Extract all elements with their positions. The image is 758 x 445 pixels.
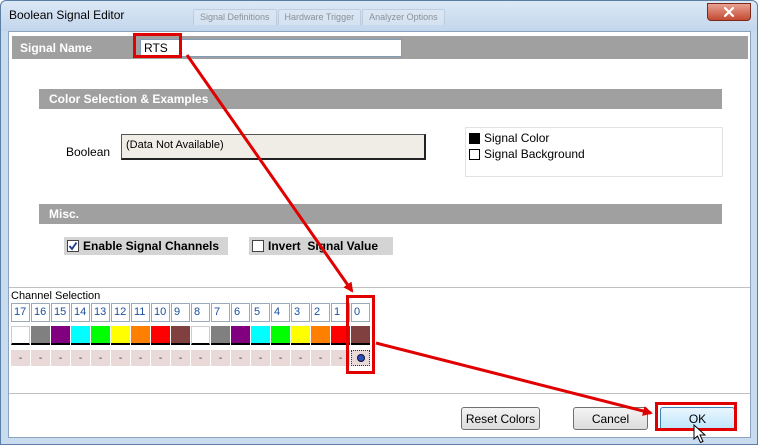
channel-color-swatch[interactable] xyxy=(191,326,210,345)
channel-radio[interactable]: - xyxy=(11,350,30,366)
enable-channels-checkbox[interactable]: Enable Signal Channels xyxy=(64,237,228,255)
background-tab: Signal Definitions xyxy=(193,9,277,25)
misc-section-header: Misc. xyxy=(39,204,722,224)
channel-color-swatch[interactable] xyxy=(311,326,330,345)
channel-color-swatch[interactable] xyxy=(131,326,150,345)
channel-radio[interactable]: - xyxy=(71,350,90,366)
channel-color-swatch[interactable] xyxy=(151,326,170,345)
title-bar[interactable]: Boolean Signal Editor Signal Definitions… xyxy=(1,1,757,31)
reset-colors-button[interactable]: Reset Colors xyxy=(461,407,540,430)
channel-color-swatch[interactable] xyxy=(91,326,110,345)
channel-radio[interactable]: - xyxy=(51,350,70,366)
signal-name-bar: Signal Name xyxy=(12,36,748,59)
channel-number-2[interactable]: 2 xyxy=(311,303,330,322)
channel-number-5[interactable]: 5 xyxy=(251,303,270,322)
channel-radio[interactable]: - xyxy=(251,350,270,366)
channel-number-3[interactable]: 3 xyxy=(291,303,310,322)
invert-signal-label: Invert Signal Value xyxy=(268,239,379,253)
background-tab: Hardware Trigger xyxy=(277,9,362,25)
channel-color-swatch[interactable] xyxy=(271,326,290,345)
divider xyxy=(9,287,750,288)
channel-radio[interactable]: - xyxy=(31,350,50,366)
channel-color-swatch[interactable] xyxy=(31,326,50,345)
channel-selection-label: Channel Selection xyxy=(11,290,101,302)
channel-radio[interactable]: - xyxy=(91,350,110,366)
window-title: Boolean Signal Editor xyxy=(9,8,125,22)
channel-color-swatch[interactable] xyxy=(231,326,250,345)
background-tabs: Signal Definitions Hardware Trigger Anal… xyxy=(193,9,446,25)
channel-number-9[interactable]: 9 xyxy=(171,303,190,322)
boolean-label: Boolean xyxy=(66,145,111,159)
channel-number-14[interactable]: 14 xyxy=(71,303,90,322)
invert-signal-checkbox[interactable]: Invert Signal Value xyxy=(249,237,393,255)
channel-radio[interactable]: - xyxy=(231,350,250,366)
channel-color-swatch[interactable] xyxy=(211,326,230,345)
channel-number-11[interactable]: 11 xyxy=(131,303,150,322)
channel-number-7[interactable]: 7 xyxy=(211,303,230,322)
channel-number-4[interactable]: 4 xyxy=(271,303,290,322)
channel-number-17[interactable]: 17 xyxy=(11,303,30,322)
color-section-header: Color Selection & Examples xyxy=(39,89,722,109)
signal-color-option[interactable]: Signal Color xyxy=(469,131,549,145)
channel-radio[interactable]: - xyxy=(131,350,150,366)
channel-number-6[interactable]: 6 xyxy=(231,303,250,322)
channel-radio[interactable]: - xyxy=(171,350,190,366)
dialog-body: Signal Name Color Selection & Examples B… xyxy=(8,31,751,438)
annotation-box-signal-name xyxy=(133,33,182,58)
signal-color-label: Signal Color xyxy=(484,131,550,145)
misc-section-title: Misc. xyxy=(49,207,80,221)
signal-name-label: Signal Name xyxy=(20,41,93,55)
channel-radio[interactable]: - xyxy=(311,350,330,366)
signal-background-label: Signal Background xyxy=(484,147,585,161)
channel-number-16[interactable]: 16 xyxy=(31,303,50,322)
checkbox-box[interactable] xyxy=(252,240,264,252)
channel-radio[interactable]: - xyxy=(271,350,290,366)
channel-radio[interactable]: - xyxy=(151,350,170,366)
background-tab: Analyzer Options xyxy=(362,9,445,25)
annotation-box-channel-0 xyxy=(346,295,375,374)
channel-color-swatch[interactable] xyxy=(291,326,310,345)
checkbox-box[interactable] xyxy=(67,240,79,252)
channel-number-13[interactable]: 13 xyxy=(91,303,110,322)
boolean-preview: (Data Not Available) xyxy=(121,134,426,160)
color-options-panel: Signal Color Signal Background xyxy=(465,127,723,177)
channel-color-swatch[interactable] xyxy=(11,326,30,345)
signal-background-swatch[interactable] xyxy=(469,148,480,160)
enable-channels-label: Enable Signal Channels xyxy=(83,239,220,253)
channel-number-10[interactable]: 10 xyxy=(151,303,170,322)
mouse-cursor-icon xyxy=(693,424,707,444)
channel-color-swatch[interactable] xyxy=(51,326,70,345)
channel-color-swatch[interactable] xyxy=(171,326,190,345)
signal-background-option[interactable]: Signal Background xyxy=(469,147,585,161)
channel-number-15[interactable]: 15 xyxy=(51,303,70,322)
channel-color-row xyxy=(11,326,371,345)
close-icon xyxy=(723,6,735,18)
divider xyxy=(9,393,750,394)
checkmark-icon xyxy=(68,241,78,251)
channel-color-swatch[interactable] xyxy=(251,326,270,345)
dialog-window: Boolean Signal Editor Signal Definitions… xyxy=(0,0,758,445)
channel-radio[interactable]: - xyxy=(211,350,230,366)
channel-number-row: 17 16 15 14 13 12 11 10 9 8 7 6 5 4 3 2 1 0 xyxy=(11,303,371,322)
channel-color-swatch[interactable] xyxy=(111,326,130,345)
signal-color-swatch[interactable] xyxy=(469,132,480,144)
channel-radio[interactable]: - xyxy=(111,350,130,366)
cancel-button[interactable]: Cancel xyxy=(573,407,648,430)
channel-number-8[interactable]: 8 xyxy=(191,303,210,322)
channel-radio[interactable]: - xyxy=(191,350,210,366)
channel-select-row: ----------------- xyxy=(11,350,371,366)
channel-radio[interactable]: - xyxy=(291,350,310,366)
close-button[interactable] xyxy=(707,3,751,21)
channel-color-swatch[interactable] xyxy=(71,326,90,345)
color-section-title: Color Selection & Examples xyxy=(49,92,209,106)
channel-number-12[interactable]: 12 xyxy=(111,303,130,322)
